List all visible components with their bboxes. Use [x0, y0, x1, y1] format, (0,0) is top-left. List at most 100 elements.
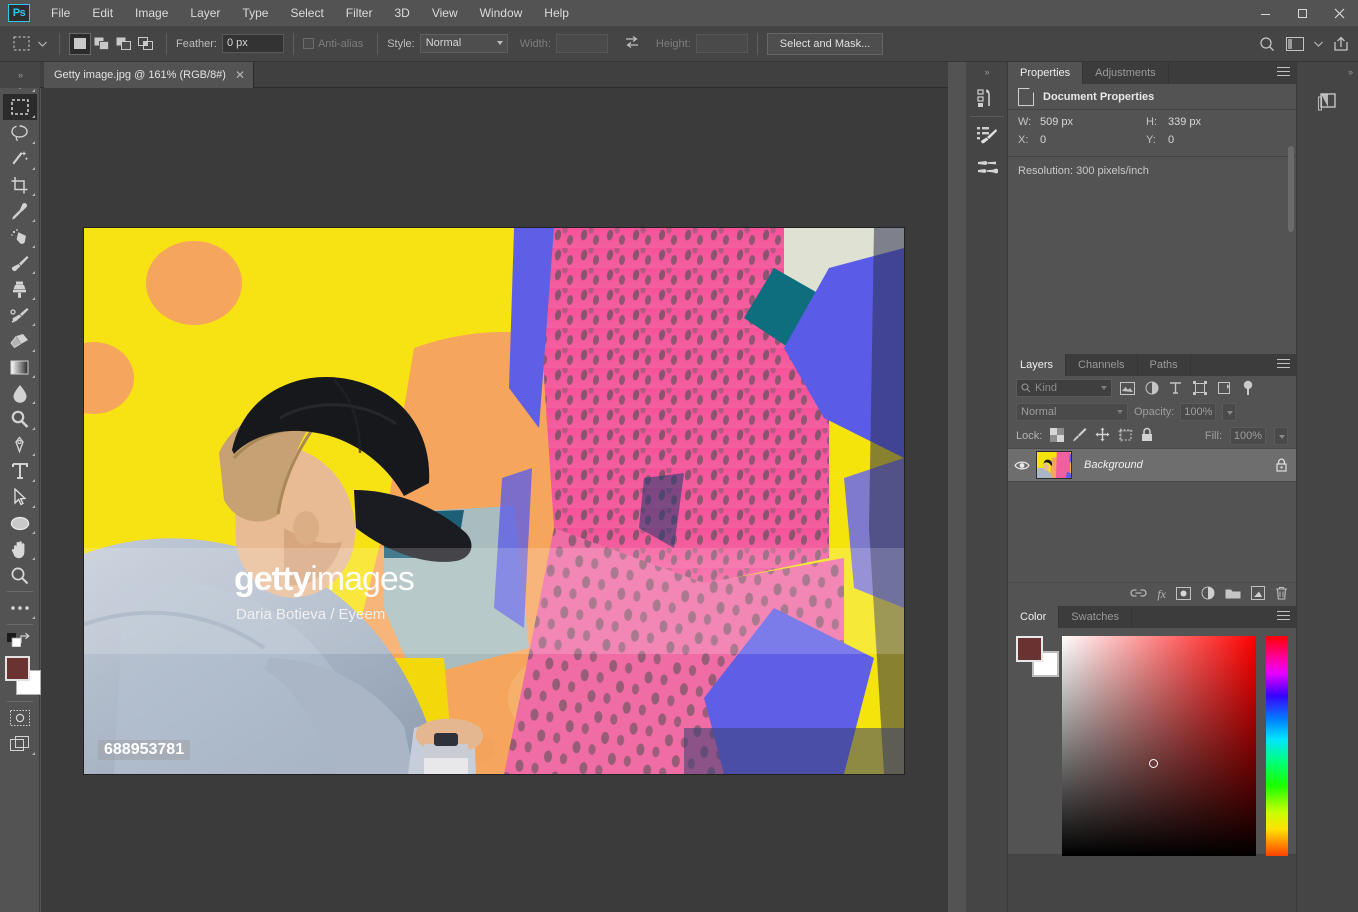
- lock-artboard-icon[interactable]: [1118, 427, 1134, 445]
- blend-mode-select[interactable]: Normal: [1016, 403, 1128, 421]
- type-filter-icon[interactable]: [1167, 380, 1184, 397]
- horizontal-type-tool[interactable]: [3, 458, 37, 484]
- tab-swatches[interactable]: Swatches: [1059, 606, 1132, 628]
- lock-image-pixels-icon[interactable]: [1072, 427, 1087, 445]
- height-value[interactable]: 339 px: [1168, 116, 1201, 128]
- fill-input[interactable]: 100%: [1230, 427, 1266, 445]
- feather-input[interactable]: 0 px: [221, 34, 284, 53]
- far-dock-collapse-button[interactable]: »: [1297, 62, 1358, 82]
- filter-toggle-icon[interactable]: [1239, 380, 1256, 397]
- opacity-input[interactable]: 100%: [1180, 403, 1217, 421]
- document-tab[interactable]: Getty image.jpg @ 161% (RGB/8#) ✕: [44, 62, 255, 88]
- zoom-tool[interactable]: [3, 562, 37, 588]
- swap-colors-icon[interactable]: [19, 632, 33, 649]
- panel-menu-icon[interactable]: [1277, 67, 1290, 79]
- shape-filter-icon[interactable]: [1191, 380, 1208, 397]
- canvas-area[interactable]: gettyimages Daria Botieva / Eyeem 688953…: [41, 88, 948, 912]
- tab-adjustments[interactable]: Adjustments: [1083, 62, 1169, 84]
- lasso-tool[interactable]: [3, 120, 37, 146]
- intersect-with-selection-button[interactable]: [135, 33, 157, 55]
- menu-view[interactable]: View: [421, 0, 469, 26]
- tab-channels[interactable]: Channels: [1066, 354, 1138, 376]
- menu-layer[interactable]: Layer: [179, 0, 231, 26]
- tab-properties[interactable]: Properties: [1008, 62, 1084, 84]
- menu-help[interactable]: Help: [533, 0, 580, 26]
- eyedropper-tool[interactable]: [3, 198, 37, 224]
- menu-filter[interactable]: Filter: [335, 0, 384, 26]
- share-icon[interactable]: [1328, 31, 1354, 57]
- search-icon[interactable]: [1254, 31, 1280, 57]
- width-value[interactable]: 509 px: [1040, 116, 1073, 128]
- pixel-filter-icon[interactable]: [1119, 380, 1136, 397]
- table-row[interactable]: Background: [1008, 448, 1296, 482]
- close-button[interactable]: [1321, 0, 1358, 26]
- select-and-mask-button[interactable]: Select and Mask...: [766, 32, 884, 55]
- hand-tool[interactable]: [3, 536, 37, 562]
- minimize-button[interactable]: [1247, 0, 1284, 26]
- quick-mask-icon[interactable]: [3, 705, 37, 731]
- maximize-button[interactable]: [1284, 0, 1321, 26]
- lock-position-icon[interactable]: [1095, 427, 1110, 445]
- lock-transparent-pixels-icon[interactable]: [1050, 427, 1065, 445]
- gradient-tool[interactable]: [3, 354, 37, 380]
- ellipse-tool[interactable]: [3, 510, 37, 536]
- smart-object-filter-icon[interactable]: [1215, 380, 1232, 397]
- delete-layer-icon[interactable]: [1275, 586, 1288, 603]
- new-group-icon[interactable]: [1225, 587, 1241, 602]
- menu-edit[interactable]: Edit: [81, 0, 124, 26]
- opacity-stepper[interactable]: [1222, 403, 1237, 421]
- add-layer-style-icon[interactable]: fx: [1157, 587, 1166, 602]
- menu-window[interactable]: Window: [469, 0, 534, 26]
- subtract-from-selection-button[interactable]: [113, 33, 135, 55]
- layer-visibility-toggle[interactable]: [1008, 460, 1036, 471]
- blur-tool[interactable]: [3, 380, 37, 406]
- tab-paths[interactable]: Paths: [1137, 354, 1191, 376]
- menu-type[interactable]: Type: [231, 0, 279, 26]
- tab-layers[interactable]: Layers: [1008, 354, 1067, 376]
- layer-name[interactable]: Background: [1084, 459, 1266, 471]
- width-input[interactable]: [555, 34, 608, 53]
- x-value[interactable]: 0: [1040, 134, 1046, 146]
- new-layer-icon[interactable]: [1251, 586, 1265, 603]
- brush-tool[interactable]: [3, 250, 37, 276]
- pen-tool[interactable]: [3, 432, 37, 458]
- history-icon[interactable]: [966, 82, 1008, 114]
- new-selection-button[interactable]: [69, 32, 91, 55]
- adjustment-filter-icon[interactable]: [1143, 380, 1160, 397]
- menu-select[interactable]: Select: [279, 0, 334, 26]
- dock-collapse-button[interactable]: »: [966, 62, 1007, 82]
- color-field[interactable]: [1062, 636, 1256, 856]
- path-selection-tool[interactable]: [3, 484, 37, 510]
- color-picker-ring[interactable]: [1148, 759, 1158, 769]
- layer-kind-filter[interactable]: Kind: [1016, 379, 1112, 397]
- edit-toolbar-button[interactable]: [3, 595, 37, 621]
- lock-all-icon[interactable]: [1141, 427, 1153, 445]
- toolbar-collapse-button[interactable]: »: [0, 62, 40, 88]
- dodge-tool[interactable]: [3, 406, 37, 432]
- spot-healing-brush-tool[interactable]: [3, 224, 37, 250]
- eraser-tool[interactable]: [3, 328, 37, 354]
- tool-preset-chevron-down-icon[interactable]: [34, 41, 50, 47]
- link-layers-icon[interactable]: [1130, 588, 1147, 601]
- layer-lock-icon[interactable]: [1266, 458, 1296, 472]
- hue-slider[interactable]: [1266, 636, 1288, 856]
- crop-tool[interactable]: [3, 172, 37, 198]
- screen-mode-icon[interactable]: [3, 731, 37, 757]
- menu-3d[interactable]: 3D: [383, 0, 420, 26]
- menu-image[interactable]: Image: [124, 0, 179, 26]
- history-brush-tool[interactable]: [3, 302, 37, 328]
- marquee-icon[interactable]: [8, 36, 34, 51]
- y-value[interactable]: 0: [1168, 134, 1174, 146]
- close-icon[interactable]: ✕: [235, 68, 245, 82]
- chevron-down-icon[interactable]: [1310, 31, 1326, 57]
- workspace-icon[interactable]: [1282, 31, 1308, 57]
- add-layer-mask-icon[interactable]: [1176, 586, 1191, 603]
- height-input[interactable]: [695, 34, 748, 53]
- magic-wand-tool[interactable]: [3, 146, 37, 172]
- panel-menu-icon[interactable]: [1277, 359, 1290, 371]
- brush-settings-icon[interactable]: [966, 151, 1008, 183]
- swap-arrows-icon[interactable]: [624, 35, 640, 52]
- style-select[interactable]: Normal: [419, 34, 508, 53]
- anti-alias-checkbox[interactable]: [302, 38, 314, 49]
- clone-stamp-tool[interactable]: [3, 276, 37, 302]
